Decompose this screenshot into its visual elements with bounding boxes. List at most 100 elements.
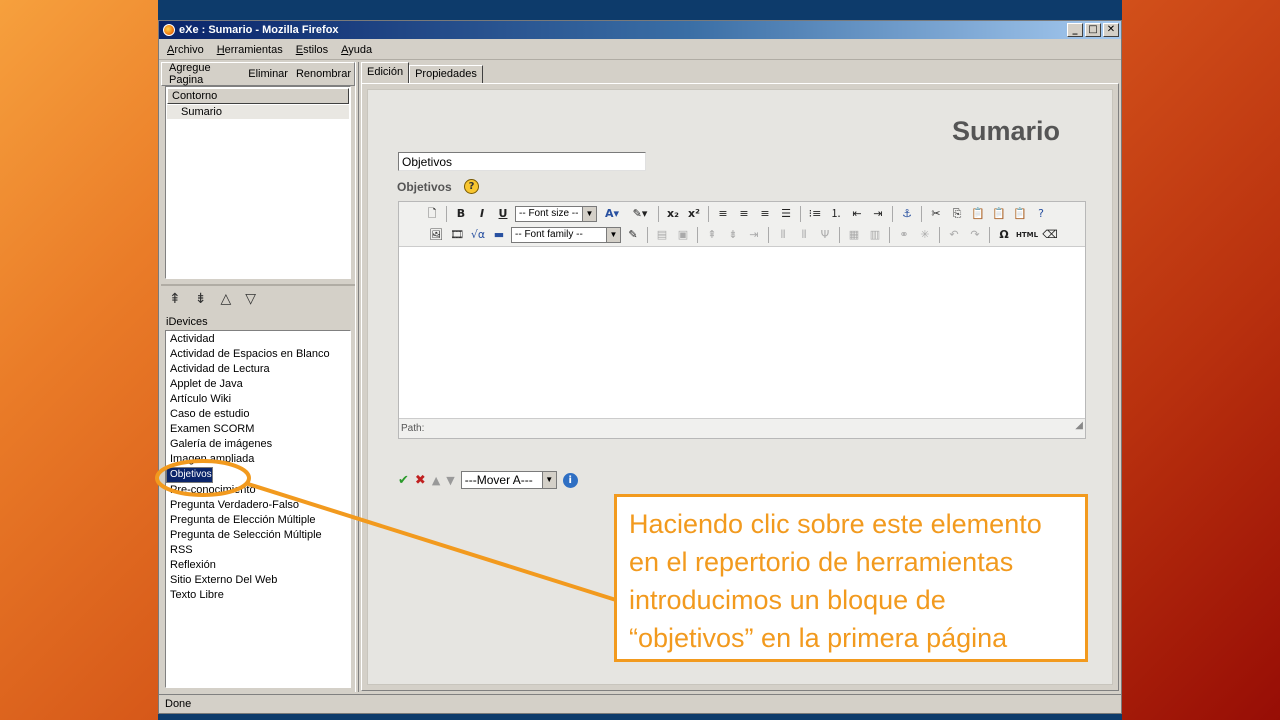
delete-row-icon[interactable]: ⇥ — [745, 226, 763, 244]
media-icon[interactable]: 🎞 — [448, 226, 466, 244]
delete-col-icon[interactable]: Ψ — [816, 226, 834, 244]
italic-icon[interactable]: I — [473, 205, 491, 223]
horizontal-rule-icon[interactable]: ▬ — [490, 226, 508, 244]
menu-estilos[interactable]: Estilos — [288, 40, 333, 56]
idevice-item[interactable]: Actividad de Lectura — [166, 362, 350, 377]
new-document-icon[interactable]: 🗋 — [423, 205, 441, 223]
toolbar-separator — [989, 227, 990, 243]
anchor-icon[interactable]: ⚓ — [898, 205, 916, 223]
promote-icon[interactable]: ⇞ — [169, 291, 181, 307]
special-char-icon[interactable]: Ω — [995, 226, 1013, 244]
idevice-title-input[interactable]: Objetivos — [398, 152, 646, 171]
outline-toolbar: Agregue Pagina Eliminar Renombrar — [161, 62, 355, 86]
math-icon[interactable]: √α — [469, 226, 487, 244]
merge-cells-icon[interactable]: ▥ — [866, 226, 884, 244]
demote-icon[interactable]: ⇟ — [195, 291, 207, 307]
tab-edicion[interactable]: Edición — [361, 62, 410, 84]
resize-handle-icon[interactable]: ◢ — [1075, 416, 1083, 436]
maximize-button[interactable]: □ — [1085, 23, 1101, 37]
paste-icon[interactable]: 📋 — [969, 205, 987, 223]
menu-archivo[interactable]: Archivo — [159, 40, 209, 56]
move-down-icon[interactable]: ▼ — [446, 474, 454, 487]
insert-col-before-icon[interactable]: ⫴ — [774, 226, 792, 244]
editor-text-area[interactable] — [399, 248, 1085, 418]
idevice-item[interactable]: Pregunta Verdadero-Falso — [166, 498, 350, 513]
rename-page-button[interactable]: Renombrar — [293, 68, 354, 80]
minimize-button[interactable]: _ — [1067, 23, 1083, 37]
subscript-icon[interactable]: x₂ — [664, 205, 682, 223]
eraser-icon[interactable]: ⌫ — [1041, 226, 1059, 244]
menu-ayuda[interactable]: Ayuda — [333, 40, 377, 56]
superscript-icon[interactable]: x² — [685, 205, 703, 223]
info-icon[interactable]: i — [562, 472, 578, 488]
align-right-icon[interactable]: ≡ — [756, 205, 774, 223]
align-left-icon[interactable]: ≡ — [714, 205, 732, 223]
idevice-item[interactable]: Imagen ampliada — [166, 452, 350, 467]
delete-icon[interactable]: ✖ — [415, 473, 426, 488]
idevice-item[interactable]: Texto Libre — [166, 588, 350, 603]
cut-icon[interactable]: ✂ — [927, 205, 945, 223]
check-icon[interactable]: ✔ — [398, 473, 409, 488]
insert-row-before-icon[interactable]: ⇞ — [703, 226, 721, 244]
redo-icon[interactable]: ↷ — [966, 226, 984, 244]
idevice-item[interactable]: Actividad — [166, 332, 350, 347]
idevice-item[interactable]: Applet de Java — [166, 377, 350, 392]
font-family-select[interactable]: -- Font family -- ▼ — [511, 227, 621, 243]
undo-icon[interactable]: ↶ — [945, 226, 963, 244]
copy-icon[interactable]: ⎘ — [948, 205, 966, 223]
outdent-icon[interactable]: ⇤ — [848, 205, 866, 223]
table-row-props-icon[interactable]: ▤ — [653, 226, 671, 244]
idevice-item[interactable]: Pregunta de Selección Múltiple — [166, 528, 350, 543]
idevice-item[interactable]: Examen SCORM — [166, 422, 350, 437]
align-justify-icon[interactable]: ☰ — [777, 205, 795, 223]
split-cells-icon[interactable]: ▦ — [845, 226, 863, 244]
move-to-select[interactable]: ---Mover A--- ▼ — [460, 471, 557, 489]
insert-col-after-icon[interactable]: ⫴ — [795, 226, 813, 244]
idevice-item[interactable]: Pre-conocimiento — [166, 483, 350, 498]
paste-text-icon[interactable]: 📋 — [990, 205, 1008, 223]
insert-row-after-icon[interactable]: ⇟ — [724, 226, 742, 244]
html-source-icon[interactable]: HTML — [1016, 226, 1038, 244]
idevice-item[interactable]: Galería de imágenes — [166, 437, 350, 452]
numbered-list-icon[interactable]: ⒈ — [827, 205, 845, 223]
idevice-item[interactable]: Reflexión — [166, 558, 350, 573]
outline-move-controls: ⇞ ⇟ △ ▽ — [161, 284, 355, 312]
link-icon[interactable]: ⚭ — [895, 226, 913, 244]
close-button[interactable]: ✕ — [1103, 23, 1119, 37]
move-down-icon[interactable]: ▽ — [245, 291, 256, 307]
font-size-select[interactable]: -- Font size -- ▼ — [515, 206, 597, 222]
underline-icon[interactable]: U — [494, 205, 512, 223]
idevice-item[interactable]: Actividad de Espacios en Blanco — [166, 347, 350, 362]
bold-icon[interactable]: B — [452, 205, 470, 223]
tab-propiedades[interactable]: Propiedades — [409, 65, 483, 84]
move-up-icon[interactable]: △ — [220, 291, 231, 307]
idevice-item-selected[interactable]: Objetivos — [166, 467, 213, 483]
menu-herramientas[interactable]: Herramientas — [209, 40, 288, 56]
outline-header[interactable]: Contorno — [167, 88, 349, 104]
table-cell-props-icon[interactable]: ▣ — [674, 226, 692, 244]
window-title: eXe : Sumario - Mozilla Firefox — [179, 24, 339, 36]
image-icon[interactable]: 🖼 — [427, 226, 445, 244]
idevice-item[interactable]: Caso de estudio — [166, 407, 350, 422]
bullet-list-icon[interactable]: ⁝≡ — [806, 205, 824, 223]
outline-item-sumario[interactable]: Sumario — [167, 105, 349, 119]
add-page-button[interactable]: Agregue Pagina — [166, 62, 243, 86]
help-circle-icon[interactable]: ? — [1032, 205, 1050, 223]
align-center-icon[interactable]: ≡ — [735, 205, 753, 223]
idevice-item[interactable]: RSS — [166, 543, 350, 558]
slide-background-right — [1122, 0, 1280, 720]
edit-css-icon[interactable]: ✎ — [624, 226, 642, 244]
highlight-color-icon[interactable]: ✎▾ — [627, 205, 653, 223]
pane-splitter[interactable] — [355, 62, 359, 692]
move-up-icon[interactable]: ▲ — [432, 474, 440, 487]
help-icon[interactable]: ? — [464, 179, 479, 194]
indent-icon[interactable]: ⇥ — [869, 205, 887, 223]
idevice-item[interactable]: Pregunta de Elección Múltiple — [166, 513, 350, 528]
editor-path-label: Path: — [401, 423, 425, 434]
unlink-icon[interactable]: ✳ — [916, 226, 934, 244]
text-color-icon[interactable]: A▾ — [600, 205, 624, 223]
idevice-item[interactable]: Artículo Wiki — [166, 392, 350, 407]
delete-page-button[interactable]: Eliminar — [245, 68, 291, 80]
paste-word-icon[interactable]: 📋 — [1011, 205, 1029, 223]
idevice-item[interactable]: Sitio Externo Del Web — [166, 573, 350, 588]
